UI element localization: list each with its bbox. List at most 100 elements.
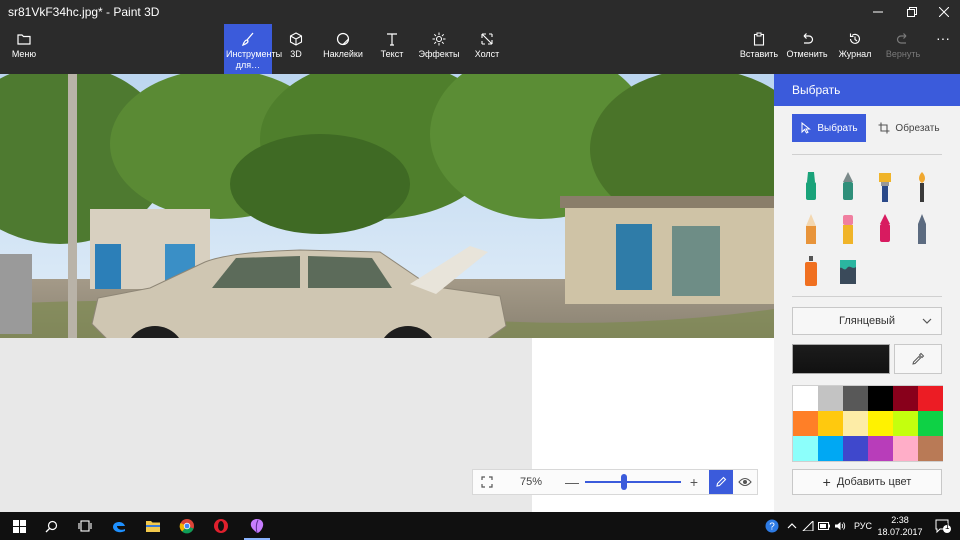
chevron-down-icon [922,318,932,324]
close-icon [939,7,949,17]
taskbar-explorer[interactable] [136,512,170,540]
eraser-brush-button[interactable] [866,208,903,250]
color-swatch[interactable] [843,386,868,411]
battery-tray-button[interactable] [816,512,832,540]
color-swatch[interactable] [793,436,818,461]
zoom-out-button[interactable]: — [561,474,583,490]
canvas-area[interactable]: 75% — + [0,74,774,512]
finish-dropdown[interactable]: Глянцевый [792,307,942,335]
taskbar-clock[interactable]: 2:38 18.07.2017 [870,514,930,538]
task-view-icon [78,520,92,532]
redo-button[interactable]: Вернуть [882,24,924,74]
color-swatch[interactable] [793,411,818,436]
maximize-button[interactable] [894,0,930,24]
history-button[interactable]: Журнал [836,24,874,74]
color-swatch[interactable] [868,386,893,411]
undo-icon [803,33,814,44]
draw-mode-button[interactable] [709,470,733,494]
fit-to-window-button[interactable] [473,470,501,494]
eyedropper-button[interactable] [894,344,942,374]
zoom-slider[interactable] [583,470,683,494]
more-button[interactable]: ··· [930,24,956,74]
marker-icon [805,172,816,200]
start-button[interactable] [2,512,36,540]
calligraphy-pen-brush-button[interactable] [829,166,866,208]
current-color-swatch[interactable] [792,344,890,374]
tab-3d-label: 3D [290,49,302,59]
spray-can-brush-button[interactable] [792,250,829,292]
taskbar-chrome[interactable] [170,512,204,540]
add-color-button[interactable]: + Добавить цвет [792,469,942,495]
color-swatch[interactable] [893,411,918,436]
color-swatch[interactable] [918,436,943,461]
menu-label: Меню [11,49,37,59]
chrome-icon [179,519,194,534]
minimize-icon [873,11,883,13]
tab-3d[interactable]: 3D [280,24,312,74]
tab-stickers[interactable]: Наклейки [320,24,366,74]
zoom-in-button[interactable]: + [683,474,705,490]
minimize-button[interactable] [860,0,896,24]
crop-tool-button[interactable]: Обрезать [874,114,944,142]
taskbar-opera[interactable] [204,512,238,540]
action-center-button[interactable]: 1 [932,512,954,540]
edge-icon [113,521,125,533]
taskbar-paint3d[interactable] [240,512,274,540]
paste-label: Вставить [739,49,779,59]
task-view-button[interactable] [68,512,102,540]
color-swatch[interactable] [918,386,943,411]
color-swatch[interactable] [893,386,918,411]
volume-tray-button[interactable] [832,512,848,540]
close-button[interactable] [926,0,960,24]
show-hidden-icons-button[interactable] [784,512,800,540]
pencil-icon [842,215,853,244]
tab-effects[interactable]: Эффекты [416,24,462,74]
marker-brush-button[interactable] [792,166,829,208]
menu-button[interactable]: Меню [4,24,44,74]
color-swatch[interactable] [918,411,943,436]
paste-button[interactable]: Вставить [740,24,778,74]
clock-time: 2:38 [891,515,909,525]
tab-brushes[interactable]: Инструменты для… [224,24,282,74]
fill-bucket-brush-button[interactable] [829,250,866,292]
color-swatch[interactable] [893,436,918,461]
paint3d-window: sr81VkF34hc.jpg* - Paint 3D Меню Инструм… [0,0,960,540]
text-icon [387,33,397,46]
oil-brush-brush-button[interactable] [866,166,903,208]
select-tool-label: Выбрать [817,122,858,134]
pixel-pen-brush-button[interactable] [792,208,829,250]
color-swatch[interactable] [818,411,843,436]
history-label: Журнал [838,49,872,59]
color-swatch[interactable] [843,411,868,436]
taskbar-edge[interactable] [102,512,136,540]
view-mode-button[interactable] [733,470,757,494]
crayon-brush-button[interactable] [903,208,940,250]
color-swatch[interactable] [843,436,868,461]
clock-date: 18.07.2017 [877,527,923,537]
undo-button[interactable]: Отменить [784,24,830,74]
redo-icon [896,33,907,44]
color-swatch[interactable] [868,411,893,436]
cursor-icon [801,122,812,134]
photo-canvas[interactable] [0,74,774,338]
select-tool-button[interactable]: Выбрать [792,114,866,142]
network-tray-button[interactable] [800,512,816,540]
tab-canvas[interactable]: Холст [468,24,506,74]
paint3d-icon [250,519,264,534]
spray-can-icon [804,256,817,286]
brush-grid [792,166,942,292]
color-swatch[interactable] [818,436,843,461]
search-button[interactable] [34,512,68,540]
color-swatch[interactable] [868,436,893,461]
zoom-slider-track [585,481,681,483]
watercolor-brush-button[interactable] [903,166,940,208]
tab-text[interactable]: Текст [374,24,410,74]
color-swatch[interactable] [818,386,843,411]
pencil-brush-button[interactable] [829,208,866,250]
panel-divider [792,296,942,297]
zoom-slider-thumb[interactable] [621,474,627,490]
sun-icon [432,32,446,46]
svg-text:?: ? [769,522,775,533]
help-tray-button[interactable]: ? [762,512,782,540]
color-swatch[interactable] [793,386,818,411]
